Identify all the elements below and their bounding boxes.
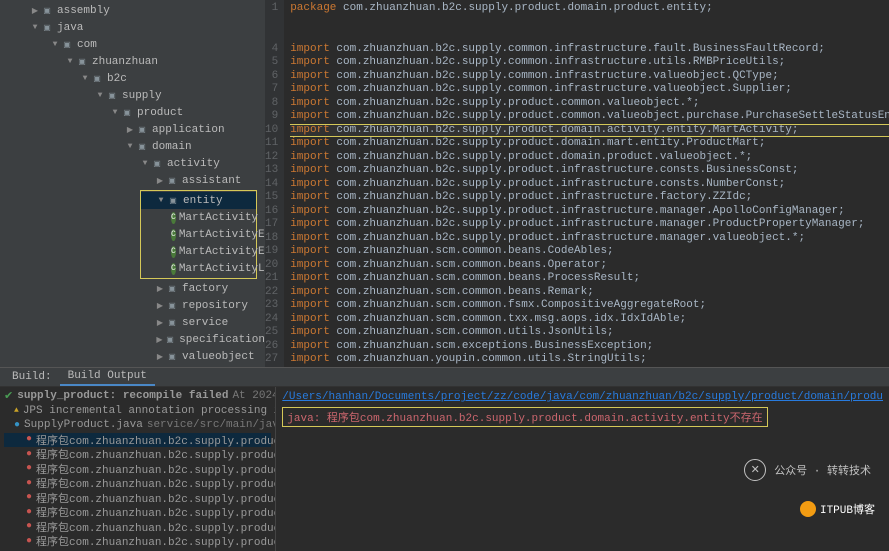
- watermark: ✕公众号 · 转转技术: [744, 459, 871, 481]
- code-line-highlighted: import com.zhuanzhuan.b2c.supply.product…: [290, 124, 889, 138]
- code-line: import com.zhuanzhuan.b2c.supply.product…: [290, 97, 889, 111]
- code-editor[interactable]: 1 45678910111213141516171819202122232425…: [265, 0, 889, 367]
- code-line: import com.zhuanzhuan.b2c.supply.product…: [290, 232, 889, 246]
- build-error[interactable]: 程序包com.zhuanzhuan.b2c.supply.product.inf…: [4, 491, 271, 506]
- tree-class-martactivity[interactable]: CMartActivity: [141, 209, 256, 226]
- code-line: import com.zhuanzhuan.b2c.supply.product…: [290, 191, 889, 205]
- code-line: import com.zhuanzhuan.b2c.supply.product…: [290, 151, 889, 165]
- tab-build[interactable]: Build:: [4, 369, 60, 385]
- tree-pkg-entity[interactable]: ▼▣entity: [141, 192, 256, 209]
- code-line: import com.zhuanzhuan.b2c.supply.product…: [290, 218, 889, 232]
- build-file[interactable]: SupplyProduct.java service/src/main/java…: [4, 418, 271, 433]
- tree-pkg-specification[interactable]: ▶▣specification: [0, 331, 265, 348]
- tree-folder-assembly[interactable]: ▶▣assembly: [0, 2, 265, 19]
- build-error[interactable]: 程序包com.zhuanzhuan.b2c.supply.product.inf…: [4, 534, 271, 549]
- code-line: import com.zhuanzhuan.b2c.supply.common.…: [290, 56, 889, 70]
- build-error[interactable]: 程序包com.zhuanzhuan.b2c.supply.product.dom…: [4, 447, 271, 462]
- code-line: import com.zhuanzhuan.scm.common.beans.C…: [290, 245, 889, 259]
- code-line: import com.zhuanzhuan.scm.common.utils.J…: [290, 326, 889, 340]
- code-line: import com.zhuanzhuan.scm.common.fsmx.Co…: [290, 299, 889, 313]
- tree-pkg-repository[interactable]: ▶▣repository: [0, 297, 265, 314]
- code-line: import com.zhuanzhuan.scm.common.beans.O…: [290, 259, 889, 273]
- project-tree[interactable]: ▶▣assembly ▼▣java ▼▣com ▼▣zhuanzhuan ▼▣b…: [0, 0, 265, 367]
- build-root[interactable]: ✔supply_product: recompile failed At 202…: [4, 389, 271, 404]
- tree-class-martactivityextras[interactable]: CMartActivityExtras: [141, 243, 256, 260]
- build-error[interactable]: 程序包com.zhuanzhuan.b2c.supply.product.inf…: [4, 462, 271, 477]
- tab-build-output[interactable]: Build Output: [60, 368, 155, 386]
- code-line: import com.zhuanzhuan.scm.common.beans.P…: [290, 272, 889, 286]
- code-line: import com.zhuanzhuan.b2c.supply.product…: [290, 137, 889, 151]
- tree-pkg-domain[interactable]: ▼▣domain: [0, 138, 265, 155]
- tree-pkg-activity[interactable]: ▼▣activity: [0, 155, 265, 172]
- code-line: import com.zhuanzhuan.b2c.supply.product…: [290, 110, 889, 124]
- code-line: package com.zhuanzhuan.b2c.supply.produc…: [290, 2, 889, 16]
- code-line: import com.zhuanzhuan.scm.exceptions.Bus…: [290, 340, 889, 354]
- code-line: import com.zhuanzhuan.youpin.common.util…: [290, 353, 889, 367]
- code-line: import com.zhuanzhuan.b2c.supply.common.…: [290, 43, 889, 57]
- tree-pkg-factory[interactable]: ▶▣factory: [0, 280, 265, 297]
- tree-class-martactivityextra[interactable]: CMartActivityExtra: [141, 226, 256, 243]
- tree-class-martactivitylog[interactable]: CMartActivityLog: [141, 260, 256, 277]
- tree-folder-java[interactable]: ▼▣java: [0, 19, 265, 36]
- tree-pkg-com[interactable]: ▼▣com: [0, 36, 265, 53]
- code-line: import com.zhuanzhuan.b2c.supply.product…: [290, 164, 889, 178]
- code-line: import com.zhuanzhuan.b2c.supply.product…: [290, 205, 889, 219]
- code-line: import com.zhuanzhuan.scm.common.txx.msg…: [290, 313, 889, 327]
- tree-pkg-b2c[interactable]: ▼▣b2c: [0, 70, 265, 87]
- highlight-entity-group: ▼▣entity CMartActivity CMartActivityExtr…: [140, 190, 257, 279]
- error-message-highlight: java: 程序包com.zhuanzhuan.b2c.supply.produ…: [282, 407, 767, 427]
- code-line: import com.zhuanzhuan.b2c.supply.common.…: [290, 70, 889, 84]
- build-error[interactable]: 程序包com.zhuanzhuan.b2c.supply.product.dom…: [4, 433, 271, 448]
- build-messages-tree[interactable]: ✔supply_product: recompile failed At 202…: [0, 387, 275, 551]
- build-error[interactable]: 程序包com.zhuanzhuan.b2c.supply.product.inf…: [4, 505, 271, 520]
- build-warning[interactable]: JPS incremental annotation processing is…: [4, 404, 271, 419]
- line-gutter: 1 45678910111213141516171819202122232425…: [265, 0, 284, 367]
- build-tabs[interactable]: Build:Build Output: [0, 368, 889, 387]
- tree-pkg-supply[interactable]: ▼▣supply: [0, 87, 265, 104]
- error-file-link[interactable]: /Users/hanhan/Documents/project/zz/code/…: [282, 391, 883, 403]
- logo-itpub: ITPUB博客: [800, 501, 875, 517]
- tree-pkg-service[interactable]: ▶▣service: [0, 314, 265, 331]
- code-content[interactable]: package com.zhuanzhuan.b2c.supply.produc…: [284, 0, 889, 367]
- code-line: import com.zhuanzhuan.b2c.supply.product…: [290, 178, 889, 192]
- code-line: import com.zhuanzhuan.scm.common.beans.R…: [290, 286, 889, 300]
- code-line: import com.zhuanzhuan.b2c.supply.common.…: [290, 83, 889, 97]
- tree-pkg-application[interactable]: ▶▣application: [0, 121, 265, 138]
- tree-pkg-product[interactable]: ▼▣product: [0, 104, 265, 121]
- tree-pkg-zhuanzhuan[interactable]: ▼▣zhuanzhuan: [0, 53, 265, 70]
- build-error[interactable]: 程序包com.zhuanzhuan.b2c.supply.product.inf…: [4, 476, 271, 491]
- tree-pkg-assistant[interactable]: ▶▣assistant: [0, 172, 265, 189]
- tree-pkg-valueobject[interactable]: ▶▣valueobject: [0, 348, 265, 365]
